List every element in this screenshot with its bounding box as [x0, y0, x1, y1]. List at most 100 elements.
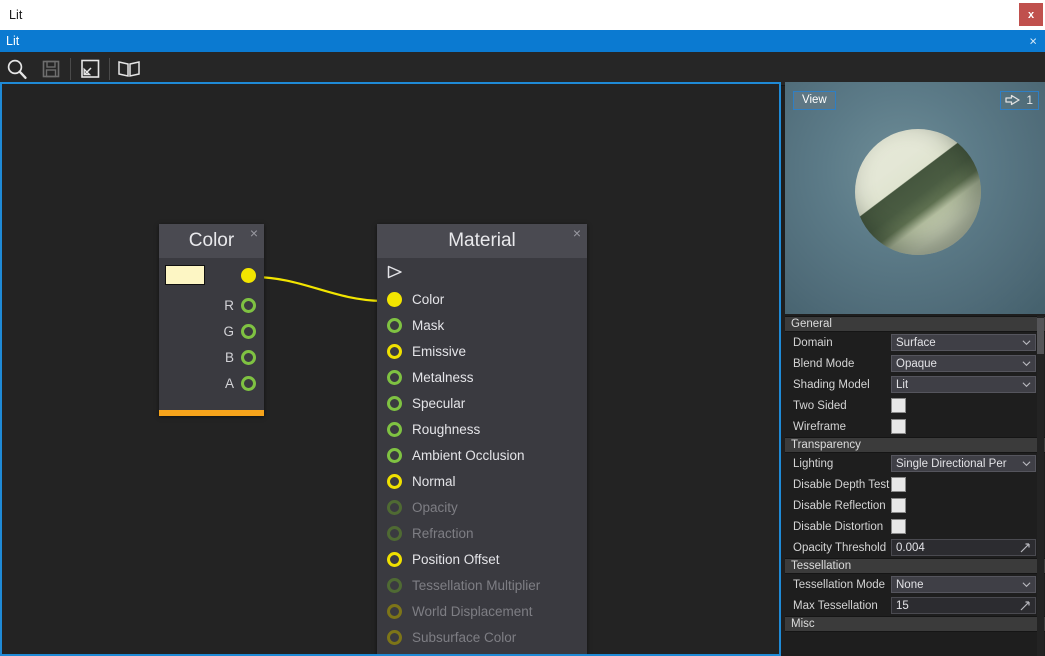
- document-tab-label[interactable]: Lit: [6, 34, 19, 48]
- checkbox-disable-reflection[interactable]: [891, 498, 906, 513]
- property-control: 0.004: [891, 539, 1045, 556]
- pin-color-output[interactable]: [241, 268, 256, 283]
- document-tab-close-icon[interactable]: ×: [1029, 35, 1037, 48]
- property-control: [891, 477, 1045, 492]
- property-control: [891, 519, 1045, 534]
- property-label: Disable Reflection: [793, 499, 886, 512]
- property-label: Shading Model: [793, 378, 870, 391]
- toolbar-separator-1: [70, 57, 71, 80]
- toolbar: [0, 52, 1045, 86]
- checkbox-wireframe[interactable]: [891, 419, 906, 434]
- property-control: [891, 398, 1045, 413]
- material-input-row: Refraction: [377, 520, 587, 546]
- dropdown-value: Surface: [896, 336, 936, 349]
- graph-viewport[interactable]: Color × R G B A Material × Color Mask Em…: [2, 84, 779, 654]
- chevron-down-icon: [1022, 382, 1031, 388]
- material-input-row: World Displacement: [377, 598, 587, 624]
- material-input-label: Metalness: [412, 369, 474, 385]
- expand-icon[interactable]: [1019, 542, 1031, 554]
- property-label: Two Sided: [793, 399, 847, 412]
- material-input-row: Tessellation Multiplier: [377, 572, 587, 598]
- pin-input-world-displacement[interactable]: [387, 603, 402, 619]
- pin-output-b[interactable]: [241, 349, 256, 365]
- number-input-opacity-threshold[interactable]: 0.004: [891, 539, 1036, 556]
- properties-section-header[interactable]: General: [785, 316, 1045, 332]
- material-input-label: Emissive: [412, 343, 467, 359]
- dropdown-domain[interactable]: Surface: [891, 334, 1036, 351]
- pin-input-ambient-occlusion[interactable]: [387, 447, 402, 463]
- node-material[interactable]: Material × Color Mask Emissive Metalness Spe…: [377, 224, 587, 654]
- pin-output-g[interactable]: [241, 323, 256, 339]
- node-color[interactable]: Color × R G B A: [159, 224, 264, 416]
- dropdown-blend-mode[interactable]: Opaque: [891, 355, 1036, 372]
- view-button[interactable]: View: [793, 91, 836, 110]
- pin-input-normal[interactable]: [387, 473, 402, 489]
- preview-viewport[interactable]: View 1: [785, 82, 1045, 314]
- dropdown-tessellation-mode[interactable]: None: [891, 576, 1036, 593]
- property-row: Shading Model Lit: [785, 374, 1045, 395]
- checkbox-disable-depth-test[interactable]: [891, 477, 906, 492]
- pin-input-roughness[interactable]: [387, 421, 402, 437]
- dropdown-shading-model[interactable]: Lit: [891, 376, 1036, 393]
- pin-input-position-offset[interactable]: [387, 551, 402, 567]
- property-label: Opacity Threshold: [793, 541, 887, 554]
- pin-input-specular[interactable]: [387, 395, 402, 411]
- document-tab-bar: Lit ×: [0, 30, 1045, 52]
- node-graph-canvas[interactable]: Color × R G B A Material × Color Mask Em…: [0, 82, 781, 656]
- chevron-down-icon: [1022, 340, 1031, 346]
- pin-input-refraction[interactable]: [387, 525, 402, 541]
- connection-wire-color-to-material[interactable]: [252, 275, 383, 303]
- pin-input-emissive[interactable]: [387, 343, 402, 359]
- channel-row-b: B: [159, 344, 264, 370]
- properties-scrollbar-thumb[interactable]: [1037, 318, 1044, 354]
- property-row: Tessellation Mode None: [785, 574, 1045, 595]
- material-input-label: Subsurface Color: [412, 629, 517, 645]
- pin-output-a[interactable]: [241, 375, 256, 391]
- property-control: Surface: [891, 334, 1045, 351]
- property-row: Two Sided: [785, 395, 1045, 416]
- number-input-max-tessellation[interactable]: 15: [891, 597, 1036, 614]
- node-material-header[interactable]: Material ×: [377, 224, 587, 258]
- material-input-row: Ambient Occlusion: [377, 442, 587, 468]
- documentation-icon[interactable]: [112, 54, 146, 84]
- property-row: Opacity Threshold 0.004: [785, 537, 1045, 558]
- pin-input-tessellation-multiplier[interactable]: [387, 577, 402, 593]
- checkbox-two-sided[interactable]: [891, 398, 906, 413]
- properties-section-header[interactable]: Transparency: [785, 437, 1045, 453]
- property-label: Disable Depth Test: [793, 478, 890, 491]
- property-control: 15: [891, 597, 1045, 614]
- pin-output-r[interactable]: [241, 297, 256, 313]
- pin-input-metalness[interactable]: [387, 369, 402, 385]
- fit-view-icon[interactable]: [73, 54, 107, 84]
- exec-arrow-icon[interactable]: [387, 265, 404, 279]
- pin-input-subsurface-color[interactable]: [387, 629, 402, 645]
- dropdown-lighting[interactable]: Single Directional Per: [891, 455, 1036, 472]
- window-close-button[interactable]: x: [1019, 3, 1043, 26]
- search-icon[interactable]: [0, 54, 34, 84]
- window-title: Lit: [9, 8, 23, 22]
- property-row: Disable Reflection: [785, 495, 1045, 516]
- property-label: Wireframe: [793, 420, 847, 433]
- expand-icon[interactable]: [1019, 600, 1031, 612]
- pin-input-color[interactable]: [387, 291, 402, 307]
- material-input-row: Opacity: [377, 494, 587, 520]
- properties-section-header[interactable]: Tessellation: [785, 558, 1045, 574]
- color-swatch[interactable]: [165, 265, 205, 285]
- node-color-close-icon[interactable]: ×: [250, 226, 258, 240]
- save-icon[interactable]: [34, 54, 68, 84]
- property-row: Max Tessellation 15: [785, 595, 1045, 616]
- window-title-bar: Lit x: [0, 0, 1045, 30]
- properties-scrollbar[interactable]: [1037, 316, 1044, 656]
- pin-input-mask[interactable]: [387, 317, 402, 333]
- material-input-label: World Displacement: [412, 603, 533, 619]
- viewport-badge[interactable]: 1: [1000, 91, 1039, 110]
- material-input-label: Mask: [412, 317, 445, 333]
- dropdown-value: Lit: [896, 378, 909, 391]
- properties-section-header[interactable]: Misc: [785, 616, 1045, 632]
- property-control: Opaque: [891, 355, 1045, 372]
- node-material-close-icon[interactable]: ×: [573, 226, 581, 240]
- properties-panel[interactable]: General Domain Surface Blend Mode Opaque Shad…: [785, 316, 1045, 656]
- node-color-header[interactable]: Color ×: [159, 224, 264, 258]
- checkbox-disable-distortion[interactable]: [891, 519, 906, 534]
- pin-input-opacity[interactable]: [387, 499, 402, 515]
